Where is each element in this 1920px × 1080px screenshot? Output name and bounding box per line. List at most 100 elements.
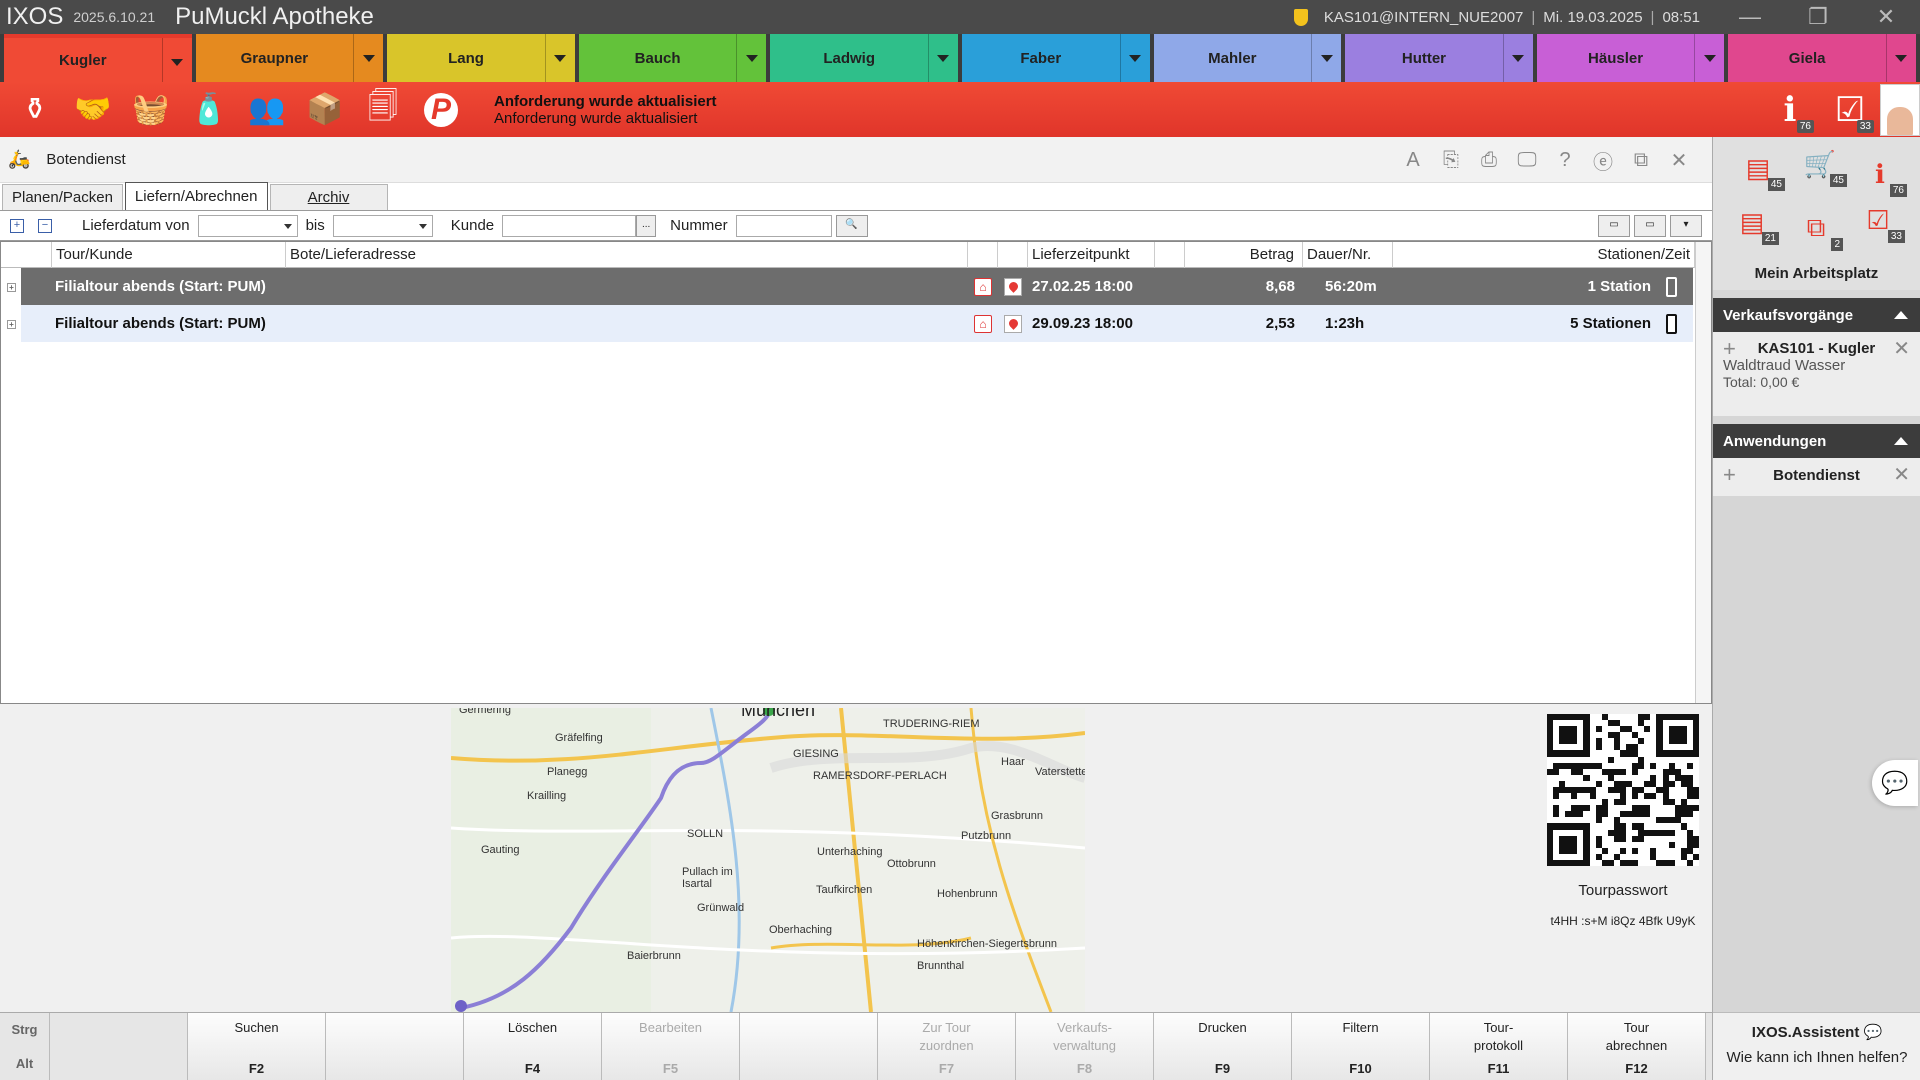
print-icon[interactable]: ⎙ [1470,149,1508,172]
current-time: 08:51 [1662,8,1700,26]
documents-icon[interactable]: 🗐 [360,88,406,132]
map-pin-icon[interactable] [1004,314,1022,333]
chevron-down-icon[interactable] [927,34,958,82]
tab-liefern-abrechnen[interactable]: Liefern/Abrechnen [124,182,268,210]
plus-icon[interactable]: + [1723,462,1736,488]
vertical-scrollbar[interactable] [1695,242,1711,703]
close-icon[interactable]: ✕ [1893,462,1910,487]
basket-icon[interactable]: 🧺 [128,88,174,132]
chevron-down-icon[interactable] [1119,34,1150,82]
user-tab-graupner[interactable]: Graupner [195,34,384,82]
mortar-icon[interactable]: ⚱ [12,88,58,132]
date-to-select[interactable] [332,214,433,237]
number-input[interactable] [735,214,832,237]
apps-section-header[interactable]: Anwendungen [1713,424,1920,458]
columns-icon[interactable]: ▭ [1634,214,1666,237]
user-tab-mahler[interactable]: Mahler [1153,34,1342,82]
info-icon[interactable]: ℹ 76 [1859,157,1907,197]
chat-icon[interactable]: 💬 [1872,760,1918,806]
task-list-icon[interactable]: ☑ 33 [1820,85,1880,135]
fkey-bearbeiten[interactable]: Bearbeiten F5 [602,1013,740,1080]
chevron-down-icon[interactable] [1502,34,1533,82]
fkey-verkaufsverwaltung[interactable]: Verkaufs- verwaltung F8 [1016,1013,1154,1080]
user-tab-kugler[interactable]: Kugler [4,34,192,86]
col-address[interactable]: Bote/Lieferadresse [286,241,968,268]
tray-icon[interactable]: ▤ 21 [1731,205,1779,245]
close-icon[interactable]: ✕ [1660,148,1698,173]
chevron-down-icon[interactable] [736,34,766,82]
plus-icon[interactable]: + [1723,336,1736,362]
customers-icon[interactable]: 👥 [244,88,290,132]
customer-lookup-button[interactable]: ... [636,214,657,237]
assistant-panel[interactable]: IXOS.Assistent 💬 Wie kann ich Ihnen helf… [1713,1012,1920,1080]
avatar[interactable] [1880,83,1920,136]
help-icon[interactable]: ? [1546,149,1584,172]
date-from-select[interactable] [197,214,298,237]
col-amount[interactable]: Betrag [1185,241,1303,268]
tab-planen-packen[interactable]: Planen/Packen [2,184,123,210]
table-row[interactable]: + Filialtour abends (Start: PUM) ⌂ 27.02… [7,268,1693,305]
fkey-tour-abrechnen[interactable]: Tour abrechnen F12 [1568,1013,1706,1080]
expand-all-icon[interactable]: + [10,218,24,233]
collapse-all-icon[interactable]: − [38,218,52,233]
p-logo-icon[interactable]: P [418,88,464,132]
sales-section-header[interactable]: Verkaufsvorgänge [1713,298,1920,332]
chevron-down-icon[interactable] [161,38,192,86]
user-tab-faber[interactable]: Faber [961,34,1150,82]
col-stations[interactable]: Stationen/Zeit [1393,241,1695,268]
user-tab-lang[interactable]: Lang [387,34,575,82]
fkey-tourprotokoll[interactable]: Tour- protokoll F11 [1430,1013,1568,1080]
packages-icon[interactable]: 📦 [302,88,348,132]
route-map[interactable]: München Gräfelfing Planegg Krailling Gau… [451,708,1085,1012]
window-icon[interactable]: ⧉ [1622,149,1660,172]
fkey-empty[interactable] [740,1013,878,1080]
user-tab-bauch[interactable]: Bauch [578,34,767,82]
map-pin-icon[interactable] [1004,277,1022,296]
user-tab-giela[interactable]: Giela [1728,34,1916,82]
e-icon[interactable]: ⓔ [1584,146,1622,175]
medicine-bottle-icon[interactable]: 🧴 [186,88,232,132]
user-tab-haeusler[interactable]: Häusler [1536,34,1725,82]
boxes-icon[interactable]: ⧉ 2 [1795,211,1843,251]
col-delivery-time[interactable]: Lieferzeitpunkt [1028,241,1155,268]
fkey-suchen[interactable]: Suchen F2 [188,1013,326,1080]
user-tab-hutter[interactable]: Hutter [1345,34,1533,82]
stack-icon[interactable]: ▤ 45 [1737,151,1785,191]
col-duration[interactable]: Dauer/Nr. [1303,241,1393,268]
chevron-down-icon[interactable] [1694,34,1724,82]
app-item[interactable]: + ✕ Botendienst [1713,458,1920,496]
info-icon[interactable]: ℹ 76 [1760,85,1820,135]
chevron-down-icon[interactable] [544,34,575,82]
close-icon[interactable]: ✕ [1893,336,1910,361]
col-tour[interactable]: Tour/Kunde [52,241,286,268]
chevron-down-icon[interactable] [1885,34,1916,82]
modifier-key[interactable]: Strg [12,1022,38,1037]
fkey-drucken[interactable]: Drucken F9 [1154,1013,1292,1080]
clipboard-icon[interactable]: ☑ 33 [1857,203,1905,243]
close-window-icon[interactable]: ✕ [1852,4,1920,30]
fkey-empty[interactable] [326,1013,464,1080]
fkey-zur-tour-zuordnen[interactable]: Zur Tour zuordnen F7 [878,1013,1016,1080]
expand-icon[interactable]: + [7,320,16,329]
expand-icon[interactable]: + [7,283,16,292]
table-row[interactable]: + Filialtour abends (Start: PUM) ⌂ 29.09… [7,305,1693,342]
customer-input[interactable] [502,214,637,237]
handshake-icon[interactable]: 🤝 [70,88,116,132]
search-icon[interactable]: 🔍 [835,214,868,237]
monitor-icon[interactable]: 🖵 [1508,149,1546,172]
sale-item[interactable]: + ✕ KAS101 - Kugler Waldtraud Wasser Tot… [1713,332,1920,416]
chevron-down-icon[interactable] [1311,34,1341,82]
chevron-down-icon[interactable] [353,34,383,82]
modifier-key[interactable]: Alt [16,1056,33,1071]
font-size-icon[interactable]: A [1394,149,1432,172]
user-tab-ladwig[interactable]: Ladwig [770,34,958,82]
restore-icon[interactable]: ❐ [1784,4,1852,30]
copy-icon[interactable]: ⎘ [1432,149,1470,172]
layout-icon[interactable]: ▭ [1598,214,1630,237]
tab-archiv[interactable]: Archiv [269,184,388,210]
minimize-icon[interactable]: — [1716,4,1784,30]
fkey-filtern[interactable]: Filtern F10 [1292,1013,1430,1080]
options-dropdown[interactable]: ▾ [1670,214,1702,237]
cart-icon[interactable]: 🛒 45 [1799,147,1847,187]
fkey-loeschen[interactable]: Löschen F4 [464,1013,602,1080]
